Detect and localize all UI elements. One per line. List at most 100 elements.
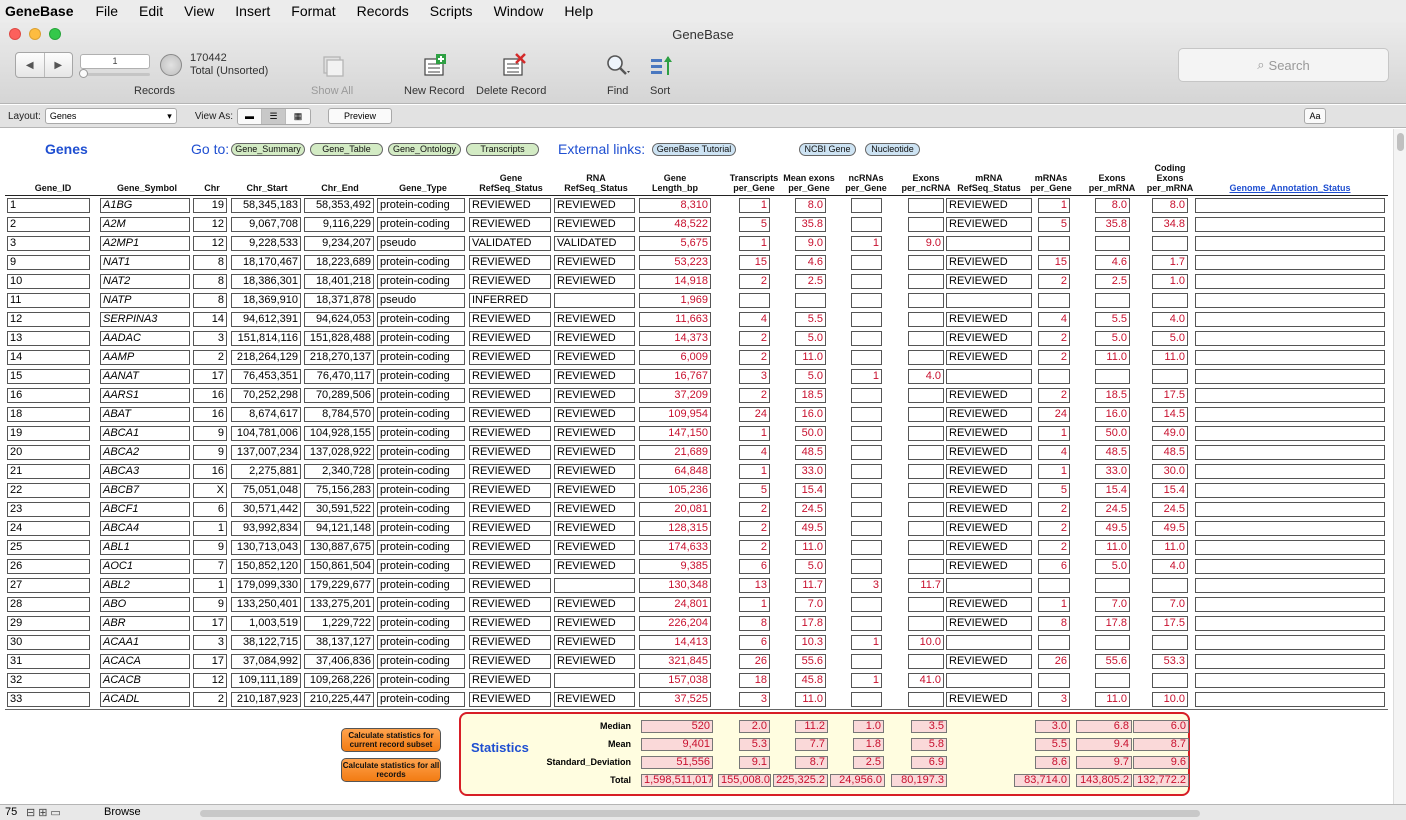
field-rna-refseq-status[interactable]: REVIEWED [554,255,635,270]
field-mean-exons-per-gene[interactable]: 8.0 [795,198,826,213]
field-gene-id[interactable]: 16 [7,388,90,403]
field-gene-type[interactable]: pseudo [377,236,465,251]
field-genome-annotation-status[interactable] [1195,692,1385,707]
field-gene-type[interactable]: protein-coding [377,635,465,650]
field-chr-end[interactable]: 58,353,492 [304,198,374,213]
field-gene-id[interactable]: 28 [7,597,90,612]
field-exons-per-ncrna[interactable] [908,407,944,422]
field-rna-refseq-status[interactable] [554,293,635,308]
field-mrna-refseq-status[interactable]: REVIEWED [946,426,1032,441]
field-gene-type[interactable]: protein-coding [377,445,465,460]
field-genome-annotation-status[interactable] [1195,559,1385,574]
field-ncrnas-per-gene[interactable] [851,483,882,498]
field-exons-per-mrna[interactable]: 4.6 [1095,255,1130,270]
field-chr[interactable]: 9 [193,540,227,555]
field-gene-length-bp[interactable]: 105,236 [639,483,711,498]
field-rna-refseq-status[interactable]: REVIEWED [554,692,635,707]
search-field[interactable]: ⌕ Search [1178,48,1389,82]
field-gene-refseq-status[interactable]: REVIEWED [469,445,551,460]
field-gene-refseq-status[interactable]: REVIEWED [469,483,551,498]
field-gene-symbol[interactable]: ABO [100,597,190,612]
field-ncrnas-per-gene[interactable] [851,426,882,441]
field-gene-id[interactable]: 27 [7,578,90,593]
field-gene-id[interactable]: 18 [7,407,90,422]
field-rna-refseq-status[interactable]: REVIEWED [554,483,635,498]
field-exons-per-mrna[interactable] [1095,236,1130,251]
field-gene-length-bp[interactable]: 109,954 [639,407,711,422]
field-coding-exons-per-mrna[interactable]: 5.0 [1152,331,1188,346]
calc-all-button[interactable]: Calculate statistics for all records [341,758,441,782]
field-exons-per-mrna[interactable]: 11.0 [1095,692,1130,707]
record-slider[interactable] [79,69,150,78]
field-exons-per-ncrna[interactable]: 41.0 [908,673,944,688]
field-mean-exons-per-gene[interactable]: 17.8 [795,616,826,631]
field-genome-annotation-status[interactable] [1195,654,1385,669]
field-exons-per-ncrna[interactable] [908,654,944,669]
field-mrnas-per-gene[interactable]: 4 [1038,312,1070,327]
previous-record-icon[interactable]: ◀ [16,53,45,77]
field-ncrnas-per-gene[interactable] [851,312,882,327]
preview-button[interactable]: Preview [327,108,392,124]
field-ncrnas-per-gene[interactable] [851,692,882,707]
field-chr-start[interactable]: 58,345,183 [231,198,301,213]
field-chr-end[interactable]: 137,028,922 [304,445,374,460]
field-gene-length-bp[interactable]: 157,038 [639,673,711,688]
field-mrna-refseq-status[interactable]: REVIEWED [946,331,1032,346]
field-gene-refseq-status[interactable]: REVIEWED [469,464,551,479]
field-ncrnas-per-gene[interactable]: 1 [851,369,882,384]
field-genome-annotation-status[interactable] [1195,464,1385,479]
field-chr-start[interactable]: 179,099,330 [231,578,301,593]
field-gene-type[interactable]: protein-coding [377,464,465,479]
field-mrna-refseq-status[interactable] [946,578,1032,593]
field-mrnas-per-gene[interactable]: 2 [1038,540,1070,555]
field-chr-end[interactable]: 9,234,207 [304,236,374,251]
field-gene-refseq-status[interactable]: REVIEWED [469,692,551,707]
menu-insert[interactable]: Insert [235,3,270,19]
field-genome-annotation-status[interactable] [1195,350,1385,365]
field-gene-refseq-status[interactable]: REVIEWED [469,331,551,346]
field-gene-id[interactable]: 33 [7,692,90,707]
field-mean-exons-per-gene[interactable]: 5.5 [795,312,826,327]
field-transcripts-per-gene[interactable]: 8 [739,616,770,631]
field-exons-per-mrna[interactable]: 50.0 [1095,426,1130,441]
field-gene-id[interactable]: 30 [7,635,90,650]
field-gene-length-bp[interactable]: 48,522 [639,217,711,232]
field-gene-symbol[interactable]: ACACA [100,654,190,669]
field-mean-exons-per-gene[interactable]: 16.0 [795,407,826,422]
field-exons-per-mrna[interactable]: 2.5 [1095,274,1130,289]
field-chr-end[interactable]: 18,371,878 [304,293,374,308]
menu-window[interactable]: Window [494,3,544,19]
field-ncrnas-per-gene[interactable]: 1 [851,236,882,251]
field-coding-exons-per-mrna[interactable]: 10.0 [1152,692,1188,707]
field-gene-type[interactable]: protein-coding [377,502,465,517]
field-chr-end[interactable]: 18,223,689 [304,255,374,270]
field-genome-annotation-status[interactable] [1195,236,1385,251]
field-chr-start[interactable]: 133,250,401 [231,597,301,612]
field-mrna-refseq-status[interactable] [946,673,1032,688]
field-genome-annotation-status[interactable] [1195,407,1385,422]
field-rna-refseq-status[interactable]: REVIEWED [554,540,635,555]
field-gene-type[interactable]: protein-coding [377,369,465,384]
field-chr[interactable]: 16 [193,388,227,403]
field-gene-symbol[interactable]: ABAT [100,407,190,422]
field-chr[interactable]: 12 [193,673,227,688]
field-mrnas-per-gene[interactable] [1038,635,1070,650]
field-gene-length-bp[interactable]: 130,348 [639,578,711,593]
field-chr-end[interactable]: 104,928,155 [304,426,374,441]
field-gene-length-bp[interactable]: 24,801 [639,597,711,612]
field-exons-per-ncrna[interactable] [908,502,944,517]
field-ncrnas-per-gene[interactable]: 1 [851,635,882,650]
field-gene-type[interactable]: protein-coding [377,673,465,688]
field-chr[interactable]: X [193,483,227,498]
field-transcripts-per-gene[interactable]: 4 [739,312,770,327]
field-coding-exons-per-mrna[interactable]: 8.0 [1152,198,1188,213]
zoom-buttons[interactable]: ⊟⊞▭ [26,806,64,819]
field-gene-symbol[interactable]: ACACB [100,673,190,688]
field-gene-symbol[interactable]: ABCF1 [100,502,190,517]
field-mrnas-per-gene[interactable]: 2 [1038,274,1070,289]
field-rna-refseq-status[interactable]: REVIEWED [554,521,635,536]
field-gene-type[interactable]: protein-coding [377,692,465,707]
field-mrnas-per-gene[interactable]: 5 [1038,217,1070,232]
field-exons-per-ncrna[interactable] [908,521,944,536]
found-set-pie-icon[interactable] [160,54,182,76]
